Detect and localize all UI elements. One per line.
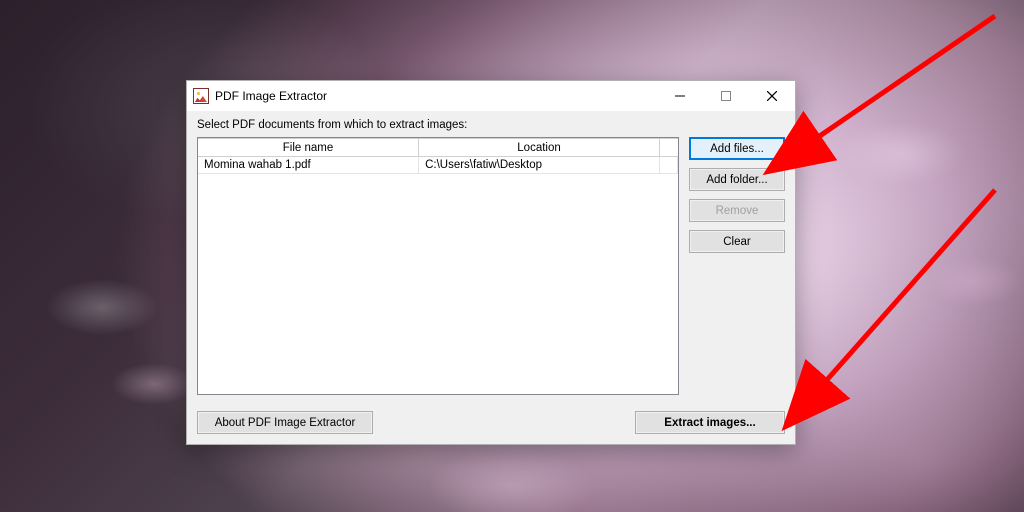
cell-filename: Momina wahab 1.pdf (198, 157, 419, 174)
cell-location: C:\Users\fatiw\Desktop (419, 157, 660, 174)
column-header-filename[interactable]: File name (198, 139, 419, 157)
table-row[interactable]: Momina wahab 1.pdf C:\Users\fatiw\Deskto… (198, 157, 678, 174)
window-title: PDF Image Extractor (215, 89, 657, 103)
minimize-button[interactable] (657, 81, 703, 111)
add-folder-button[interactable]: Add folder... (689, 168, 785, 191)
desktop-background: PDF Image Extractor Select PDF documents… (0, 0, 1024, 512)
column-header-spacer (660, 139, 678, 157)
annotation-arrow-bottom (800, 190, 1020, 413)
file-list[interactable]: File name Location Momina wahab 1.pdf C:… (197, 137, 679, 395)
annotation-arrow-top (790, 16, 1010, 169)
add-files-button[interactable]: Add files... (689, 137, 785, 160)
column-header-location[interactable]: Location (419, 139, 660, 157)
maximize-button[interactable] (703, 81, 749, 111)
app-icon (193, 88, 209, 104)
title-bar[interactable]: PDF Image Extractor (187, 81, 795, 111)
about-button[interactable]: About PDF Image Extractor (197, 411, 373, 434)
app-window: PDF Image Extractor Select PDF documents… (186, 80, 796, 445)
close-button[interactable] (749, 81, 795, 111)
extract-images-button[interactable]: Extract images... (635, 411, 785, 434)
instruction-label: Select PDF documents from which to extra… (197, 119, 785, 131)
clear-button[interactable]: Clear (689, 230, 785, 253)
remove-button: Remove (689, 199, 785, 222)
